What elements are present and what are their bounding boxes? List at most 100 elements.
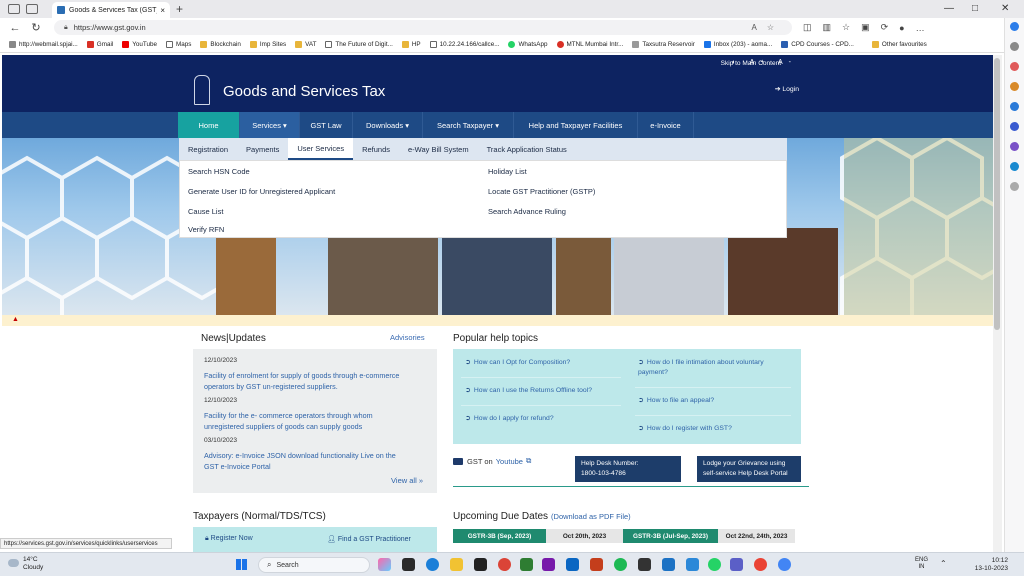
dd-locate-gstp[interactable]: Locate GST Practitioner (GSTP) (488, 187, 595, 196)
bookmark-item[interactable]: VAT (295, 41, 316, 48)
app-icon[interactable] (686, 558, 699, 571)
excel-icon[interactable] (520, 558, 533, 571)
advisories-link[interactable]: Advisories (390, 333, 425, 342)
minimize-icon[interactable]: — (944, 3, 954, 14)
nav-search-taxpayer[interactable]: Search Taxpayer ▾ (423, 112, 514, 138)
scrollbar-thumb[interactable] (994, 58, 1000, 330)
nav-e-invoice[interactable]: e-Invoice (638, 112, 694, 138)
history-icon[interactable]: ⟳ (881, 22, 889, 33)
accessibility-controls[interactable]: ◐ A+ A- (732, 59, 797, 66)
refresh-icon[interactable]: ↻ (30, 21, 42, 34)
tab-actions-icon[interactable] (26, 4, 38, 14)
app-icon[interactable] (638, 558, 651, 571)
clock[interactable]: 10:12 13-10-2023 (968, 557, 1008, 573)
edge-icon[interactable] (426, 558, 439, 571)
tab-close-icon[interactable]: × (160, 6, 165, 15)
weather-widget[interactable]: 14°C Cloudy (8, 556, 43, 572)
office-icon[interactable] (1010, 122, 1019, 131)
more-menu-icon[interactable]: … (916, 23, 925, 33)
workspaces-icon[interactable] (8, 4, 20, 14)
nav-downloads[interactable]: Downloads ▾ (353, 112, 423, 138)
youtube-link[interactable]: Youtube (496, 457, 523, 466)
search-icon[interactable] (1010, 42, 1019, 51)
chrome-icon[interactable] (754, 558, 767, 571)
profile-icon[interactable]: ● (899, 23, 904, 33)
spotify-icon[interactable] (614, 558, 627, 571)
dd-verify-rfn[interactable]: Verify RFN (188, 225, 224, 234)
help-topic[interactable]: ➲ How do I apply for refund? (465, 414, 615, 424)
chrome-icon[interactable] (778, 558, 791, 571)
add-icon[interactable] (1010, 182, 1019, 191)
subnav-user-services[interactable]: User Services (288, 138, 354, 160)
tools-icon[interactable] (1010, 82, 1019, 91)
widgets-icon[interactable] (378, 558, 391, 571)
subnav-payments[interactable]: Payments (237, 138, 288, 160)
download-pdf-link[interactable]: (Download as PDF File) (551, 512, 631, 521)
extensions-icon[interactable]: ◫ (803, 22, 812, 33)
browser-tab[interactable]: Goods & Services Tax (GST) | Hon × (52, 2, 170, 18)
news-item[interactable]: Advisory: e-Invoice JSON download functi… (204, 451, 409, 472)
powerpoint-icon[interactable] (590, 558, 603, 571)
windows-start-icon[interactable] (236, 559, 247, 570)
bookmark-item[interactable]: Gmail (86, 41, 113, 48)
bookmark-item[interactable]: The Future of Digit... (325, 41, 393, 48)
teams-icon[interactable] (730, 558, 743, 571)
url-bar[interactable]: 🔒︎ https://www.gst.gov.in A☆ (54, 20, 792, 35)
store-icon[interactable] (474, 558, 487, 571)
login-link[interactable]: ➔ Login (775, 85, 799, 93)
dd-search-hsn[interactable]: Search HSN Code (188, 167, 250, 176)
app-icon[interactable] (566, 558, 579, 571)
bookmark-item[interactable]: HP (401, 41, 421, 48)
subnav-eway-bill[interactable]: e-Way Bill System (399, 138, 478, 160)
bookmark-item[interactable]: Inbox (203) - aoma... (703, 41, 772, 48)
bookmark-item[interactable]: WhatsApp (508, 41, 548, 48)
grievance-box[interactable]: Lodge your Grievance using self-service … (697, 456, 801, 482)
onenote-icon[interactable] (542, 558, 555, 571)
bookmark-item[interactable]: Maps (166, 41, 191, 48)
subnav-registration[interactable]: Registration (179, 138, 237, 160)
maximize-icon[interactable]: □ (972, 3, 978, 14)
bookmark-item[interactable]: MTNL Mumbai Intr... (556, 41, 623, 48)
help-topic[interactable]: ➲ How do I register with GST? (638, 424, 788, 434)
system-tray-icons[interactable]: ⌃ (940, 559, 951, 568)
nav-services[interactable]: Services ▾ (240, 112, 300, 138)
subnav-track-application[interactable]: Track Application Status (478, 138, 576, 160)
taskbar-search[interactable]: ⌕ Search (258, 557, 370, 573)
bookmark-item[interactable]: 10.22.24.166/callce... (429, 41, 499, 48)
bookmark-item[interactable]: http://webmail.spjai... (9, 41, 78, 48)
read-aloud-favorite-icons[interactable]: A☆ (751, 23, 784, 32)
back-icon[interactable]: ← (9, 22, 21, 34)
dd-holiday-list[interactable]: Holiday List (488, 167, 527, 176)
task-view-icon[interactable] (402, 558, 415, 571)
helpdesk-box[interactable]: Help Desk Number: 1800-103-4786 (575, 456, 681, 482)
dd-generate-user-id[interactable]: Generate User ID for Unregistered Applic… (188, 187, 335, 196)
bookmark-item[interactable]: Imp Sites (249, 41, 286, 48)
close-window-icon[interactable]: ✕ (1001, 3, 1009, 14)
register-now-link[interactable]: 🔒︎ Register Now (205, 535, 253, 543)
chrome-icon[interactable] (498, 558, 511, 571)
language-indicator[interactable]: ENG IN (915, 557, 928, 571)
find-practitioner-link[interactable]: 👤︎ Find a GST Practitioner (327, 535, 411, 543)
file-explorer-icon[interactable] (450, 558, 463, 571)
bookmark-item[interactable]: YouTube (122, 41, 157, 48)
whatsapp-icon[interactable] (708, 558, 721, 571)
new-tab-button[interactable]: + (176, 2, 183, 16)
collections-icon[interactable]: ▣ (861, 22, 870, 33)
nav-help[interactable]: Help and Taxpayer Facilities (514, 112, 638, 138)
bookmark-item[interactable]: CPD Courses - CPD... (781, 41, 854, 48)
subnav-refunds[interactable]: Refunds (353, 138, 399, 160)
copilot-icon[interactable] (1010, 22, 1019, 31)
other-favourites[interactable]: Other favourites (871, 41, 927, 48)
help-topic[interactable]: ➲ How to file an appeal? (638, 396, 788, 406)
news-item[interactable]: Facility of enrolment for supply of good… (204, 371, 409, 392)
outlook-icon[interactable] (1010, 162, 1019, 171)
dd-cause-list[interactable]: Cause List (188, 207, 223, 216)
help-topic[interactable]: ➲ How can I Opt for Composition? (465, 358, 615, 368)
bookmark-item[interactable]: Blockchain (200, 41, 241, 48)
news-item[interactable]: Facility for the e- commerce operators t… (204, 411, 409, 432)
dd-search-advance-ruling[interactable]: Search Advance Ruling (488, 207, 566, 216)
view-all-link[interactable]: View all » (391, 476, 423, 485)
shopping-icon[interactable] (1010, 62, 1019, 71)
app-icon[interactable] (662, 558, 675, 571)
nav-home[interactable]: Home (178, 112, 240, 138)
